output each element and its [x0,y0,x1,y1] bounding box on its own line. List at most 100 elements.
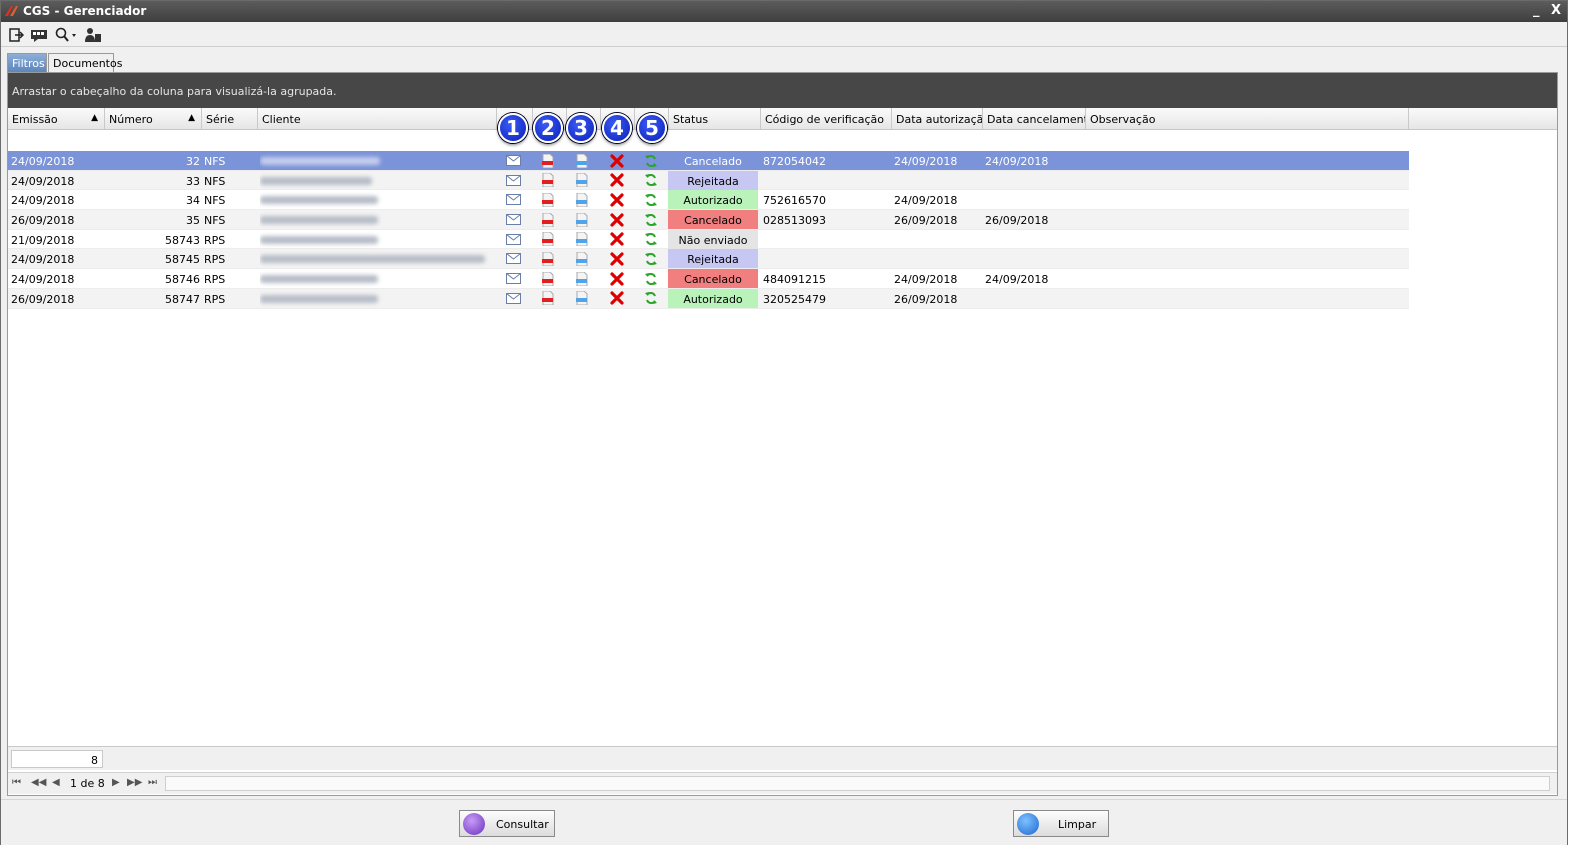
xml-icon[interactable] [574,173,590,188]
refresh-icon[interactable] [643,291,659,306]
refresh-icon[interactable] [643,192,659,207]
search-icon[interactable] [53,26,79,44]
cancel-icon[interactable] [609,232,625,247]
xml-icon[interactable] [574,232,590,247]
cell-serie: NFS [204,194,226,208]
prev-page-icon[interactable]: ◀ [52,777,60,788]
cell-numero: 32 [186,155,200,168]
pdf-icon[interactable] [540,271,556,286]
cell-codigo: 872054042 [763,155,826,168]
cancel-icon[interactable] [609,291,625,306]
refresh-icon[interactable] [643,173,659,188]
filter-row[interactable] [8,130,1557,151]
refresh-icon[interactable] [643,153,659,168]
cell-numero: 58747 [165,292,200,306]
pdf-icon[interactable] [540,192,556,207]
email-icon[interactable] [505,153,521,168]
xml-icon[interactable] [574,192,590,207]
column-header-observacao[interactable]: Observação [1086,108,1409,130]
next-group-icon[interactable]: ▶▶ [127,777,142,788]
email-icon[interactable] [505,212,521,227]
app-window: CGS - Gerenciador _ X Filtros Documentos… [0,0,1568,845]
column-header-codigo[interactable]: Código de verificação [761,108,892,130]
cell-codigo [763,230,888,249]
status-badge: Cancelado [668,269,758,289]
minimize-button[interactable]: _ [1533,3,1540,18]
email-icon[interactable] [505,251,521,266]
email-icon[interactable] [505,232,521,247]
status-badge: Cancelado [668,210,758,230]
minus-icon [1017,813,1039,835]
email-icon[interactable] [505,192,521,207]
limpar-button[interactable]: Limpar [1013,810,1109,837]
refresh-icon[interactable] [643,251,659,266]
column-header-emissao[interactable]: Emissão ▲ [8,108,105,130]
consultar-button[interactable]: Consultar [459,810,555,837]
column-header-status[interactable]: Status [669,108,761,130]
cancel-icon[interactable] [609,212,625,227]
cell-data-autorizacao: 24/09/2018 [894,155,958,168]
sort-asc-icon: ▲ [188,113,195,123]
table-row[interactable]: 21/09/2018 58743 RPS Não enviado [8,229,1409,250]
pdf-icon[interactable] [540,291,556,306]
pdf-icon[interactable] [540,212,556,227]
last-page-icon[interactable]: ⏭ [148,777,157,788]
column-header-cliente[interactable]: Cliente [258,108,497,130]
email-icon[interactable] [505,271,521,286]
close-button[interactable]: X [1551,3,1561,18]
email-icon[interactable] [505,173,521,188]
column-header-data-autorizacao[interactable]: Data autorização [892,108,983,130]
tab-filtros[interactable]: Filtros [7,53,47,72]
tab-documentos[interactable]: Documentos [48,53,122,72]
badge-2: 2 [533,113,563,143]
table-row[interactable]: 24/09/2018 58745 RPS Rejeitada [8,249,1409,270]
xml-icon[interactable] [574,153,590,168]
cell-data-autorizacao [894,230,982,249]
messages-icon[interactable] [29,26,49,44]
cell-emissao: 24/09/2018 [11,194,75,208]
cell-data-autorizacao: 24/09/2018 [894,194,958,208]
cancel-icon[interactable] [609,271,625,286]
pdf-icon[interactable] [540,173,556,188]
group-by-panel[interactable]: Arrastar o cabeçalho da coluna para visu… [8,73,1557,108]
xml-icon[interactable] [574,251,590,266]
pdf-icon[interactable] [540,232,556,247]
refresh-icon[interactable] [643,232,659,247]
prev-group-icon[interactable]: ◀◀ [31,777,46,788]
title-bar: CGS - Gerenciador _ X [1,1,1567,22]
user-icon[interactable] [83,26,103,44]
xml-icon[interactable] [574,271,590,286]
refresh-icon[interactable] [643,271,659,286]
next-page-icon[interactable]: ▶ [112,777,120,788]
table-row[interactable]: 26/09/2018 35 NFS 028513093 26/09/2018 26/09/… [8,210,1409,230]
cancel-icon[interactable] [609,192,625,207]
toolbar [1,22,1567,47]
xml-icon[interactable] [574,291,590,306]
bottom-bar: Consultar Limpar [1,799,1567,845]
cell-data-cancelamento: 24/09/2018 [985,155,1049,168]
xml-icon[interactable] [574,212,590,227]
exit-icon[interactable] [7,26,25,44]
cell-serie: RPS [204,292,226,306]
refresh-icon[interactable] [643,212,659,227]
cell-data-autorizacao [894,249,982,268]
email-icon[interactable] [505,291,521,306]
table-row[interactable]: 24/09/2018 34 NFS 752616570 24/09/2018 Autori… [8,190,1409,211]
pdf-icon[interactable] [540,251,556,266]
pdf-icon[interactable] [540,153,556,168]
first-page-icon[interactable]: ⏮ [12,777,21,788]
column-header-data-cancelamento[interactable]: Data cancelamento [983,108,1086,130]
column-header-numero[interactable]: Número ▲ [105,108,202,130]
cancel-icon[interactable] [609,153,625,168]
table-row[interactable]: 24/09/2018 32 NFS 872054042 24/09/2018 24/09/… [8,151,1409,171]
cancel-icon[interactable] [609,251,625,266]
column-header-serie[interactable]: Série [202,108,258,130]
table-row[interactable]: 24/09/2018 58746 RPS 484091215 24/09/2018 24/… [8,269,1409,289]
cell-data-cancelamento [985,249,1083,268]
table-row[interactable]: 26/09/2018 58747 RPS 320525479 26/09/2018 Aut… [8,288,1409,309]
pager: ⏮ ◀◀ ◀ 1 de 8 ▶ ▶▶ ⏭ [8,772,1557,794]
cell-cliente-redacted [260,289,495,308]
cancel-icon[interactable] [609,173,625,188]
table-row[interactable]: 24/09/2018 33 NFS Rejeitada [8,170,1409,191]
horizontal-scrollbar[interactable] [165,776,1550,791]
